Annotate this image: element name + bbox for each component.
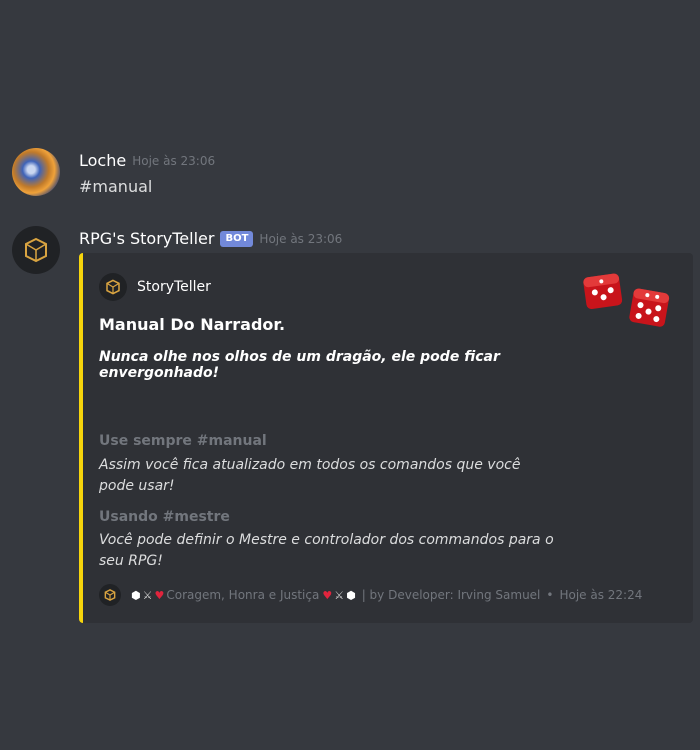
embed-title: Manual Do Narrador. bbox=[99, 315, 286, 334]
timestamp: Hoje às 23:06 bbox=[132, 153, 216, 168]
embed-author: StoryTeller bbox=[99, 273, 211, 301]
heart-icon: ♥ bbox=[154, 588, 165, 602]
footer-text: Coragem, Honra e Justiça bbox=[166, 588, 320, 602]
footer-separator: • bbox=[546, 588, 554, 602]
embed-field-name: Use sempre #manual bbox=[99, 433, 267, 449]
red-dice-icon[interactable] bbox=[581, 269, 673, 335]
embed-field-value: Assim você fica atualizado em todos os c… bbox=[99, 457, 521, 494]
bot-badge: BOT bbox=[220, 230, 254, 247]
timestamp: Hoje às 23:06 bbox=[259, 231, 343, 246]
bot-username[interactable]: RPG's StoryTeller bbox=[79, 229, 214, 248]
message-content: #manual bbox=[79, 177, 153, 196]
embed-author-icon bbox=[99, 273, 127, 301]
heart-icon: ♥ bbox=[322, 588, 333, 602]
message-header: Loche Hoje às 23:06 bbox=[79, 151, 215, 170]
user-avatar[interactable] bbox=[12, 148, 60, 196]
dice-logo-icon bbox=[104, 589, 116, 601]
username[interactable]: Loche bbox=[79, 151, 126, 170]
embed-field-name: Usando #mestre bbox=[99, 509, 230, 525]
embed-footer: ⬢ ⚔ ♥ Coragem, Honra e Justiça ♥ ⚔ ⬢ | b… bbox=[99, 584, 642, 606]
bot-avatar[interactable] bbox=[12, 226, 60, 274]
embed-footer-icon bbox=[99, 584, 121, 606]
crossed-swords-icon: ⚔ bbox=[334, 588, 345, 602]
footer-timestamp: Hoje às 22:24 bbox=[559, 588, 643, 602]
embed: StoryTeller Manual Do Narrador. Nunca ol… bbox=[79, 253, 693, 623]
message-header: RPG's StoryTeller BOT Hoje às 23:06 bbox=[79, 229, 342, 248]
die-icon: ⬢ bbox=[131, 588, 141, 602]
dice-logo-icon bbox=[25, 237, 47, 263]
crossed-swords-icon: ⚔ bbox=[142, 588, 153, 602]
embed-field-value: Você pode definir o Mestre e controlador… bbox=[99, 532, 554, 569]
embed-description: Nunca olhe nos olhos de um dragão, ele p… bbox=[99, 349, 500, 381]
footer-by-text: | by Developer: Irving Samuel bbox=[361, 588, 541, 602]
dice-logo-icon bbox=[106, 279, 120, 295]
die-icon: ⬢ bbox=[346, 588, 356, 602]
embed-author-name: StoryTeller bbox=[137, 279, 211, 295]
